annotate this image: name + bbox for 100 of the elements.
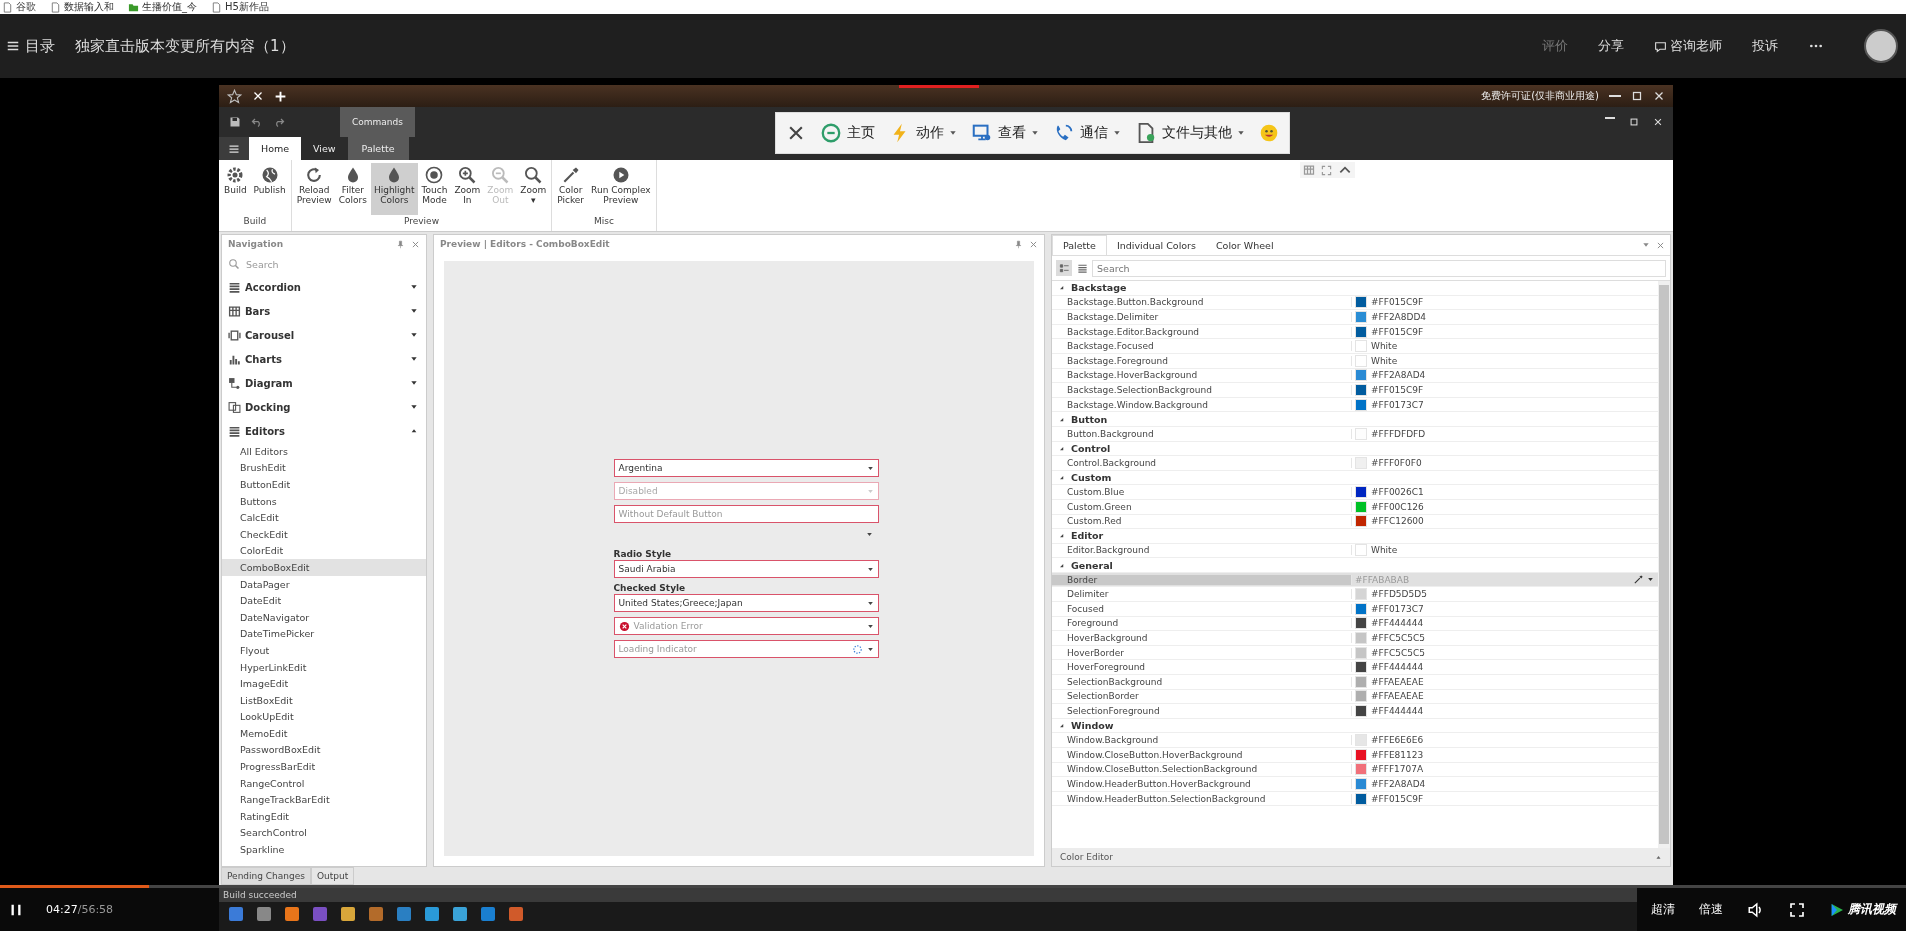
ribbon-button[interactable]: Highlight Colors	[370, 163, 418, 215]
navigation-item[interactable]: SearchControl	[222, 824, 426, 842]
progress-track[interactable]	[0, 885, 1906, 888]
navigation-group[interactable]: Bars	[222, 299, 426, 323]
scrollbar[interactable]	[1658, 281, 1670, 848]
navigation-item[interactable]: ComboBoxEdit	[222, 559, 426, 576]
palette-row[interactable]: Custom.Blue #FF0026C1	[1052, 485, 1658, 500]
navigation-item[interactable]: ButtonEdit	[222, 476, 426, 493]
palette-row[interactable]: HoverBorder #FFC5C5C5	[1052, 645, 1658, 661]
navigation-item[interactable]: HyperLinkEdit	[222, 658, 426, 676]
ribbon-button[interactable]: Build	[221, 163, 250, 215]
palette-row[interactable]: Custom.Red #FFC12600	[1052, 514, 1658, 530]
navigation-item[interactable]: RatingEdit	[222, 808, 426, 825]
toolbar-menu-button[interactable]: 查看	[971, 122, 1039, 144]
navigation-item[interactable]: PasswordBoxEdit	[222, 741, 426, 759]
ribbon-button[interactable]: Run Complex Preview	[588, 163, 654, 215]
palette-row[interactable]: Control.Background #FFF0F0F0	[1052, 456, 1658, 471]
palette-row[interactable]: SelectionForeground #FF444444	[1052, 704, 1658, 719]
header-action[interactable]: 分享	[1598, 37, 1624, 55]
speed-button[interactable]: 倍速	[1699, 901, 1723, 918]
palette-row[interactable]: Delimiter #FFD5D5D5	[1052, 587, 1658, 603]
navigation-item[interactable]: ProgressBarEdit	[222, 758, 426, 775]
navigation-group[interactable]: Accordion	[222, 275, 426, 299]
bookmark-link[interactable]: 谷歌	[16, 0, 36, 14]
palette-row[interactable]: Window.HeaderButton.HoverBackground #FF2A8AD4	[1052, 777, 1658, 792]
navigation-item[interactable]: Sparkline	[222, 841, 426, 858]
palette-row[interactable]: Window.CloseButton.SelectionBackground #FFF1707A	[1052, 762, 1658, 778]
navigation-group[interactable]: Editors	[222, 419, 426, 443]
taskbar-app-icon[interactable]	[425, 907, 439, 921]
combo-box[interactable]: Saudi Arabia	[613, 560, 879, 578]
navigation-item[interactable]: All Editors	[222, 443, 426, 460]
taskbar-app-icon[interactable]	[481, 907, 495, 921]
navigation-item[interactable]: DataPager	[222, 575, 426, 593]
bookmark-link[interactable]: H5新作品	[225, 0, 269, 14]
palette-row[interactable]: SelectionBackground #FFAEAEAE	[1052, 675, 1658, 690]
bottom-tab[interactable]: Pending Changes	[221, 867, 311, 885]
panel-tab[interactable]: Palette	[1052, 235, 1107, 255]
palette-row[interactable]: Backstage.Editor.Background #FF015C9F	[1052, 324, 1658, 340]
navigation-item[interactable]: DateTimePicker	[222, 625, 426, 643]
navigation-item[interactable]: ListBoxEdit	[222, 691, 426, 709]
ribbon-button[interactable]: Zoom In	[451, 163, 484, 215]
palette-row[interactable]: Backstage.Window.Background #FF0173C7	[1052, 397, 1658, 413]
palette-row[interactable]: Window.Background #FFE6E6E6	[1052, 733, 1658, 748]
taskbar-app-icon[interactable]	[509, 907, 523, 921]
toolbar-menu-button[interactable]: 主页	[820, 122, 875, 144]
header-action[interactable]: 咨询老师	[1654, 37, 1722, 55]
navigation-item[interactable]: RangeTrackBarEdit	[222, 791, 426, 809]
taskbar-app-icon[interactable]	[285, 907, 299, 921]
palette-row[interactable]: Window.HeaderButton.SelectionBackground #FF015C9F	[1052, 791, 1658, 807]
ribbon-button[interactable]: Color Picker	[554, 163, 588, 215]
navigation-group[interactable]: Carousel	[222, 323, 426, 347]
emoji-button[interactable]	[1259, 123, 1279, 143]
taskbar-app-icon[interactable]	[341, 907, 355, 921]
navigation-item[interactable]: LookUpEdit	[222, 708, 426, 726]
bookmark-link[interactable]: 数据输入和	[64, 0, 114, 14]
toolbar-menu-button[interactable]: 文件与其他	[1135, 122, 1245, 144]
navigation-item[interactable]: Flyout	[222, 642, 426, 659]
palette-row[interactable]: Backstage.HoverBackground #FF2A8AD4	[1052, 368, 1658, 384]
panel-tab[interactable]: Individual Colors	[1106, 235, 1206, 255]
navigation-item[interactable]: CalcEdit	[222, 509, 426, 526]
palette-group-header[interactable]: Window	[1052, 718, 1658, 734]
palette-row[interactable]: HoverBackground #FFC5C5C5	[1052, 631, 1658, 646]
palette-row[interactable]: Window.CloseButton.HoverBackground #FFE81123	[1052, 748, 1658, 763]
palette-row[interactable]: SelectionBorder #FFAEAEAE	[1052, 689, 1658, 705]
palette-group-header[interactable]: Custom	[1052, 470, 1658, 486]
color-editor-header[interactable]: Color Editor	[1052, 848, 1670, 866]
palette-group-header[interactable]: Backstage	[1052, 281, 1658, 296]
bottom-tab[interactable]: Output	[311, 867, 355, 885]
palette-group-header[interactable]: General	[1052, 558, 1658, 573]
ribbon-tab[interactable]: Home	[249, 137, 302, 160]
palette-group-header[interactable]: Control	[1052, 441, 1658, 457]
toolbar-menu-button[interactable]: 动作	[889, 122, 957, 144]
navigation-item[interactable]: MemoEdit	[222, 725, 426, 742]
palette-row[interactable]: Editor.Background White	[1052, 543, 1658, 559]
taskbar-app-icon[interactable]	[229, 907, 243, 921]
navigation-group[interactable]: Charts	[222, 347, 426, 371]
catalog-button[interactable]: 目录	[6, 36, 55, 56]
ribbon-button[interactable]: Filter Colors	[335, 163, 370, 215]
bookmark-link[interactable]: 生播价值_今	[142, 0, 197, 14]
combo-box[interactable]: United States;Greece;Japan	[613, 594, 879, 612]
palette-row[interactable]: Custom.Green #FF00C126	[1052, 499, 1658, 515]
navigation-item[interactable]: Buttons	[222, 492, 426, 510]
combo-box[interactable]: Argentina	[613, 459, 879, 477]
navigation-item[interactable]: RangeControl	[222, 774, 426, 792]
taskbar-app-icon[interactable]	[369, 907, 383, 921]
navigation-item[interactable]: BrushEdit	[222, 459, 426, 477]
ribbon-button[interactable]: Publish	[250, 163, 289, 215]
taskbar-app-icon[interactable]	[397, 907, 411, 921]
palette-row[interactable]: Button.Background #FFFDFDFD	[1052, 426, 1658, 442]
navigation-item[interactable]: ImageEdit	[222, 675, 426, 692]
avatar[interactable]	[1864, 29, 1898, 63]
quality-button[interactable]: 超清	[1651, 901, 1675, 918]
toolbar-menu-button[interactable]: 通信	[1053, 122, 1121, 144]
ribbon-button[interactable]: Touch Mode	[418, 163, 451, 215]
palette-row[interactable]: Backstage.Button.Background #FF015C9F	[1052, 295, 1658, 311]
menu-button[interactable]	[219, 137, 249, 160]
navigation-group[interactable]: Diagram	[222, 371, 426, 395]
palette-row[interactable]: Foreground #FF444444	[1052, 616, 1658, 632]
taskbar-app-icon[interactable]	[453, 907, 467, 921]
navigation-item[interactable]: DateNavigator	[222, 608, 426, 626]
